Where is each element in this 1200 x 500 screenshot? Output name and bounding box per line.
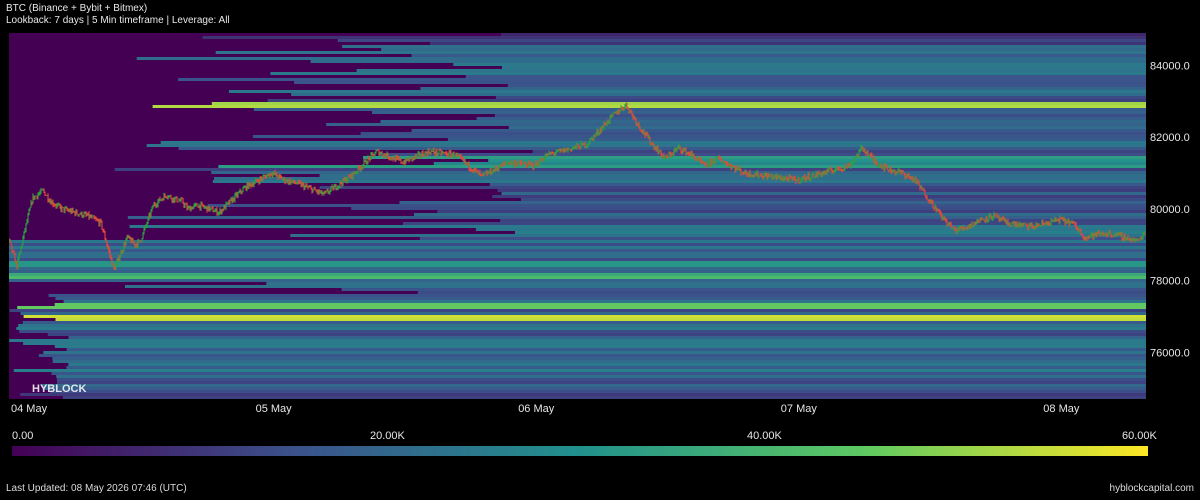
heatmap-band bbox=[68, 336, 1146, 339]
last-updated-text: Last Updated: 08 May 2026 07:46 (UTC) bbox=[6, 483, 187, 494]
liquidation-heatmap-chart: HYBLOCK 84000.0 82000.0 80000.0 78000.0 7600… bbox=[9, 33, 1190, 415]
heatmap-band bbox=[290, 234, 1146, 237]
heatmap-band bbox=[55, 297, 1146, 300]
y-tick-label: 78000.0 bbox=[1150, 276, 1190, 288]
hyblock-watermark: HYBLOCK bbox=[32, 383, 86, 395]
heatmap-band bbox=[341, 288, 1146, 291]
heatmap-band bbox=[125, 285, 1146, 288]
x-tick-label: 06 May bbox=[518, 403, 555, 415]
heatmap-band bbox=[9, 243, 1146, 246]
y-tick-label: 76000.0 bbox=[1150, 347, 1190, 359]
heatmap-band bbox=[47, 333, 1146, 336]
heatmap-band bbox=[52, 360, 1146, 363]
heatmap-bands bbox=[9, 33, 1146, 399]
heatmap-band bbox=[9, 273, 1146, 276]
heatmap-band bbox=[9, 261, 1146, 264]
colorbar-label-20k: 20.00K bbox=[370, 430, 405, 442]
heatmap-band bbox=[23, 342, 1146, 345]
heatmap-band bbox=[63, 300, 1146, 303]
x-tick-label: 08 May bbox=[1043, 403, 1080, 415]
heatmap-band bbox=[9, 246, 1146, 249]
heatmap-band bbox=[9, 249, 1146, 252]
heatmap-band bbox=[54, 303, 1146, 306]
heatmap-band bbox=[9, 339, 1146, 342]
heatmap-band bbox=[56, 375, 1146, 378]
heatmap-band bbox=[13, 369, 1146, 372]
heatmap-band bbox=[9, 252, 1146, 255]
heatmap-band bbox=[9, 276, 1146, 279]
heatmap-band bbox=[9, 270, 1146, 273]
x-tick-label: 05 May bbox=[256, 403, 293, 415]
heatmap-band bbox=[20, 393, 1146, 396]
heatmap-band bbox=[51, 372, 1146, 375]
y-tick-label: 82000.0 bbox=[1150, 132, 1190, 144]
heatmap-band bbox=[56, 378, 1146, 381]
colorbar-label-40k: 40.00K bbox=[747, 430, 782, 442]
x-axis: 04 May 05 May 06 May 07 May 08 May bbox=[11, 403, 1080, 415]
y-tick-label: 84000.0 bbox=[1150, 60, 1190, 72]
heatmap-band bbox=[43, 351, 1146, 354]
heatmap-band bbox=[9, 279, 1146, 282]
x-tick-label: 04 May bbox=[11, 403, 48, 415]
heatmap-band bbox=[50, 390, 1146, 393]
heatmap-band bbox=[9, 240, 1146, 243]
heatmap-band bbox=[475, 228, 1146, 231]
heatmap-band bbox=[20, 312, 1146, 315]
heatmap-band bbox=[57, 381, 1146, 384]
heatmap-band bbox=[16, 327, 1146, 330]
heatmap-band bbox=[18, 324, 1146, 327]
colorbar bbox=[12, 446, 1148, 456]
heatmap-band bbox=[55, 318, 1146, 321]
heatmap-band bbox=[66, 366, 1146, 369]
heatmap-band bbox=[22, 321, 1146, 324]
heatmap-band bbox=[41, 384, 1146, 387]
heatmap-band bbox=[68, 363, 1146, 366]
heatmap-band bbox=[42, 387, 1146, 390]
x-tick-label: 07 May bbox=[781, 403, 818, 415]
colorbar-label-min: 0.00 bbox=[12, 430, 34, 442]
heatmap-band bbox=[52, 357, 1146, 360]
heatmap-band bbox=[419, 237, 1146, 240]
heatmap-band bbox=[417, 291, 1146, 294]
heatmap-band bbox=[38, 354, 1146, 357]
colorbar-label-max: 60.00K bbox=[1122, 430, 1157, 442]
heatmap-band bbox=[48, 294, 1146, 297]
site-url: hyblockcapital.com bbox=[1109, 483, 1194, 494]
heatmap-band bbox=[23, 315, 1146, 318]
heatmap-band bbox=[9, 264, 1146, 267]
heatmap-band bbox=[9, 255, 1146, 258]
heatmap-band bbox=[515, 231, 1146, 234]
heatmap-band bbox=[9, 267, 1146, 270]
heatmap-band bbox=[54, 345, 1146, 348]
heatmap-band bbox=[9, 309, 1146, 312]
heatmap-band bbox=[19, 330, 1146, 333]
y-axis: 84000.0 82000.0 80000.0 78000.0 76000.0 bbox=[1150, 60, 1190, 359]
y-tick-label: 80000.0 bbox=[1150, 204, 1190, 216]
heatmap-band bbox=[66, 348, 1146, 351]
heatmap-band bbox=[266, 282, 1146, 285]
heatmap-band bbox=[9, 258, 1146, 261]
heatmap-band bbox=[17, 306, 1146, 309]
heatmap-band bbox=[129, 225, 1146, 228]
heatmap-band bbox=[62, 396, 1146, 399]
